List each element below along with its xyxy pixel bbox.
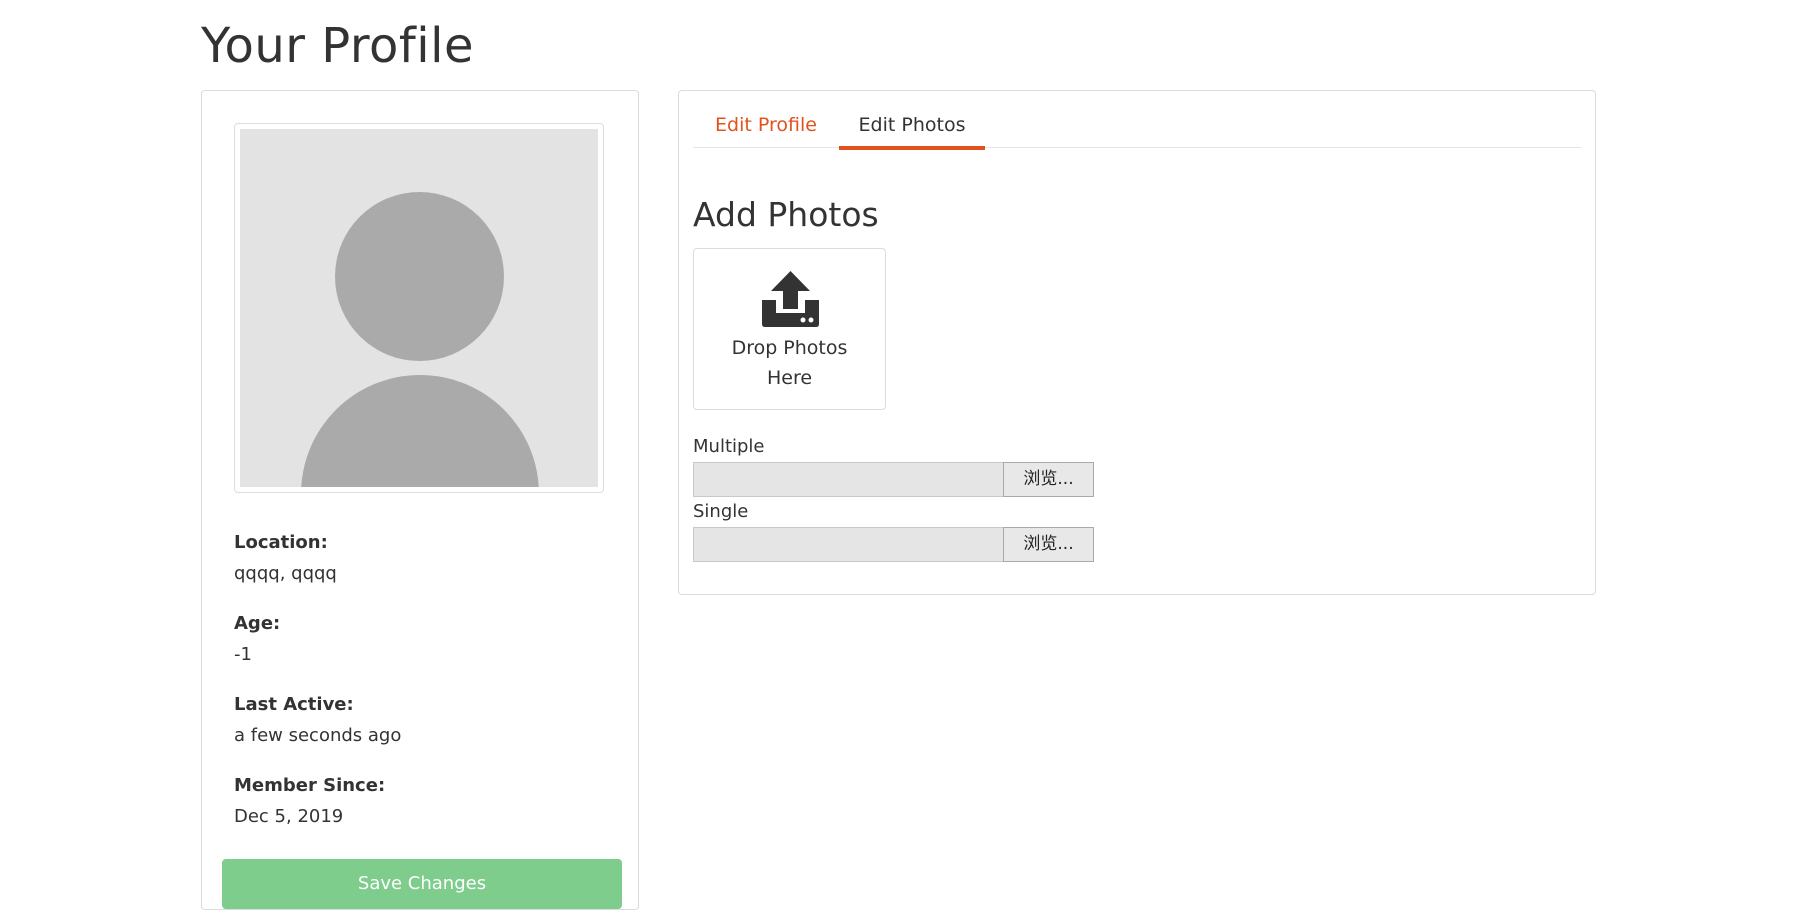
avatar [240, 129, 598, 487]
page-title: Your Profile [201, 18, 474, 74]
add-photos-heading: Add Photos [693, 195, 879, 234]
single-label: Single [693, 501, 749, 522]
location-label: Location: [234, 532, 328, 553]
last-active-info: Last Active: a few seconds ago [234, 693, 401, 748]
profile-card: Location: qqqq, qqqq Age: -1 Last Active… [201, 90, 639, 910]
avatar-body [301, 375, 539, 487]
age-info: Age: -1 [234, 612, 280, 667]
avatar-frame [234, 123, 604, 493]
single-file-input[interactable]: 浏览... [693, 527, 1094, 562]
multiple-label: Multiple [693, 436, 765, 457]
age-label: Age: [234, 613, 281, 634]
photos-card: Edit Profile Edit Photos Add Photos Drop… [678, 90, 1596, 595]
tab-edit-profile[interactable]: Edit Profile [693, 103, 839, 147]
tab-bar: Edit Profile Edit Photos [693, 103, 1581, 150]
upload-icon [762, 271, 819, 327]
single-browse-button[interactable]: 浏览... [1003, 527, 1094, 562]
multiple-file-field[interactable] [693, 462, 1004, 497]
avatar-head [335, 192, 504, 361]
single-file-field[interactable] [693, 527, 1004, 562]
age-value: -1 [234, 644, 252, 665]
multiple-file-input[interactable]: 浏览... [693, 462, 1094, 497]
location-info: Location: qqqq, qqqq [234, 531, 337, 586]
member-since-info: Member Since: Dec 5, 2019 [234, 774, 385, 829]
save-changes-button[interactable]: Save Changes [222, 859, 622, 909]
last-active-label: Last Active: [234, 694, 354, 715]
location-value: qqqq, qqqq [234, 563, 337, 584]
member-since-label: Member Since: [234, 775, 386, 796]
member-since-value: Dec 5, 2019 [234, 806, 344, 827]
drop-zone-text: Drop Photos Here [731, 337, 848, 389]
last-active-value: a few seconds ago [234, 725, 402, 746]
photo-drop-zone[interactable]: Drop Photos Here [693, 248, 886, 410]
tab-edit-photos[interactable]: Edit Photos [839, 103, 985, 150]
multiple-browse-button[interactable]: 浏览... [1003, 462, 1094, 497]
